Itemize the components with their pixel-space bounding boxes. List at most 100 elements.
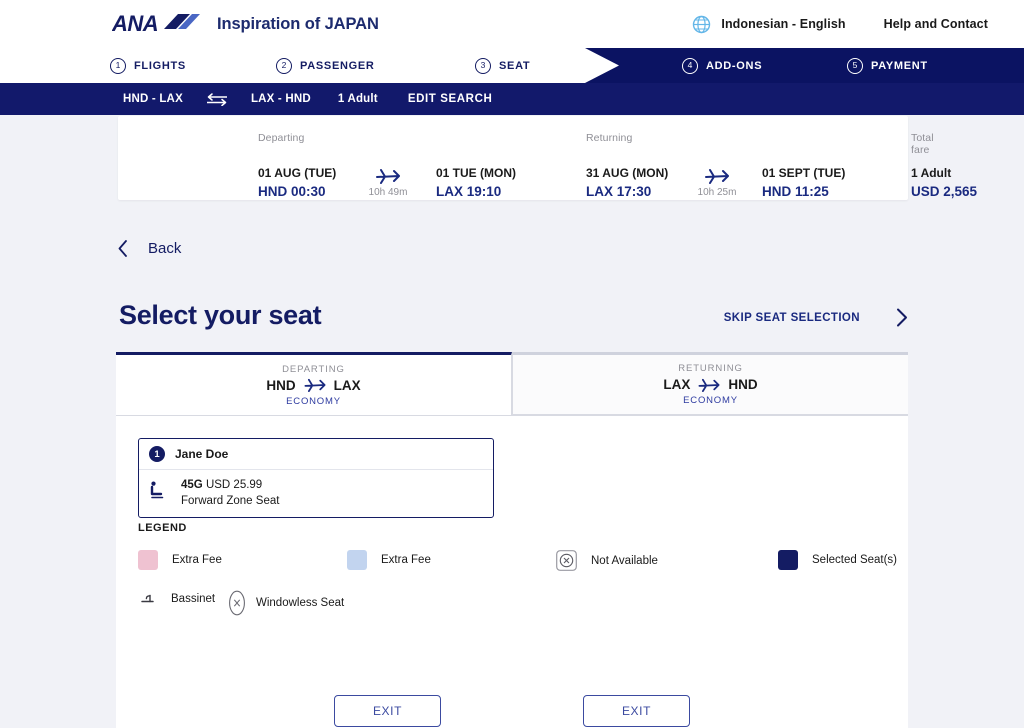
step-label: SEAT xyxy=(499,59,531,72)
departing-duration: 10h 49m xyxy=(368,187,408,198)
passenger-header: 1 Jane Doe xyxy=(139,439,493,470)
tab-destination: LAX xyxy=(333,377,361,393)
checkout-stepper: 1 FLIGHTS 2 PASSENGER 3 SEAT 4 ADD-ONS 5… xyxy=(0,48,1024,83)
departing-date: 01 AUG (TUE) xyxy=(258,166,337,180)
seat-assignment-line: 45G USD 25.99 xyxy=(181,479,279,491)
step-seat[interactable]: 3 SEAT xyxy=(475,57,531,74)
oval-x-icon xyxy=(229,590,245,616)
seat-type: Forward Zone Seat xyxy=(181,495,280,507)
seat-number: 45G xyxy=(181,479,203,491)
step-passenger[interactable]: 2 PASSENGER xyxy=(276,57,375,74)
site-header: ANA Inspiration of JAPAN Indonesian - En… xyxy=(0,0,1024,48)
step-add-ons[interactable]: 4 ADD-ONS xyxy=(682,57,763,74)
passenger-seat-card[interactable]: 1 Jane Doe 45G USD 25.99 Forward Zone Se… xyxy=(138,438,494,518)
fare-amount: USD 2,565 xyxy=(911,184,978,199)
tab-direction-label: RETURNING xyxy=(678,363,743,374)
legend-item-extra-fee-blue: Extra Fee xyxy=(347,550,431,570)
tab-route: LAX HND xyxy=(663,377,757,392)
legend-label: Selected Seat(s) xyxy=(812,554,898,566)
returning-duration-block: 10h 25m xyxy=(693,168,741,198)
step-label: PAYMENT xyxy=(871,59,928,72)
tab-direction-label: DEPARTING xyxy=(282,363,345,375)
seat-selection-panel: DEPARTING HND LAX ECONOMY RETURNING LAX … xyxy=(116,352,908,728)
color-swatch-blue-icon xyxy=(347,550,367,570)
back-label: Back xyxy=(148,240,182,257)
tab-cabin-class: ECONOMY xyxy=(683,395,738,406)
legend-item-extra-fee-pink: Extra Fee xyxy=(138,550,222,570)
airplane-icon xyxy=(304,378,326,392)
passenger-number-badge: 1 xyxy=(149,446,165,462)
round-trip-arrows-icon xyxy=(206,92,227,106)
legend-item-not-available: Not Available xyxy=(556,550,658,571)
help-and-contact-link[interactable]: Help and Contact xyxy=(884,17,988,31)
legend-label: Extra Fee xyxy=(172,554,222,566)
fare-passenger-count: 1 Adult xyxy=(911,166,952,180)
step-number: 1 xyxy=(110,57,126,74)
brand-tagline: Inspiration of JAPAN xyxy=(217,14,379,33)
step-number: 5 xyxy=(847,57,863,74)
exit-button-left[interactable]: EXIT xyxy=(334,695,441,727)
tab-returning[interactable]: RETURNING LAX HND ECONOMY xyxy=(512,352,908,415)
search-route-inbound[interactable]: LAX - HND xyxy=(251,93,311,105)
flight-summary-card: Departing 01 AUG (TUE) HND 00:30 10h 49m… xyxy=(118,116,977,200)
airplane-icon xyxy=(698,378,720,392)
tab-departing[interactable]: DEPARTING HND LAX ECONOMY xyxy=(116,352,512,415)
returning-arrival-time: HND 11:25 xyxy=(762,184,829,199)
step-number: 2 xyxy=(276,57,292,74)
search-passenger-count[interactable]: 1 Adult xyxy=(338,93,378,105)
skip-seat-selection-button[interactable]: SKIP SEAT SELECTION xyxy=(724,308,908,327)
back-button[interactable]: Back xyxy=(118,240,181,257)
returning-arrival-date: 01 SEPT (TUE) xyxy=(762,166,846,180)
exit-button-right[interactable]: EXIT xyxy=(583,695,690,727)
tab-origin: LAX xyxy=(663,377,691,392)
color-swatch-pink-icon xyxy=(138,550,158,570)
step-number: 4 xyxy=(682,57,698,74)
chevron-left-icon xyxy=(118,240,127,257)
svg-text:ANA: ANA xyxy=(112,12,158,36)
header-utility-nav: Indonesian - English Help and Contact xyxy=(692,0,1024,48)
edit-search-button[interactable]: EDIT SEARCH xyxy=(408,93,493,105)
step-flights[interactable]: 1 FLIGHTS xyxy=(110,57,186,74)
tab-destination: HND xyxy=(728,377,758,392)
departing-duration-block: 10h 49m xyxy=(364,168,412,198)
total-fare-label: Total fare xyxy=(911,132,934,156)
legend-item-selected-seat: Selected Seat(s) xyxy=(778,550,897,570)
departing-arrival-date: 01 TUE (MON) xyxy=(436,166,517,180)
search-route-outbound[interactable]: HND - LAX xyxy=(123,93,183,105)
step-number: 3 xyxy=(475,57,491,74)
legend-item-bassinet: Bassinet xyxy=(140,592,215,606)
language-selector[interactable]: Indonesian - English xyxy=(721,17,845,31)
ana-logo-icon: ANA xyxy=(112,12,200,36)
returning-date: 31 AUG (MON) xyxy=(586,166,669,180)
step-label: PASSENGER xyxy=(300,59,375,72)
step-payment[interactable]: 5 PAYMENT xyxy=(847,57,928,74)
chevron-right-icon xyxy=(897,308,907,327)
step-label: ADD-ONS xyxy=(706,59,763,72)
returning-origin-time: LAX 17:30 xyxy=(586,184,652,199)
legend-label: Extra Fee xyxy=(381,554,431,566)
seat-price: USD 25.99 xyxy=(205,479,263,491)
legend-label: Bassinet xyxy=(171,593,216,605)
departing-origin-time: HND 00:30 xyxy=(258,184,326,199)
legend-label: Windowless Seat xyxy=(256,597,345,609)
passenger-seat-details: 45G USD 25.99 Forward Zone Seat xyxy=(139,470,493,517)
circled-x-icon xyxy=(556,550,577,571)
globe-icon[interactable] xyxy=(692,15,711,34)
legend-label: Not Available xyxy=(591,554,658,567)
step-label: FLIGHTS xyxy=(134,59,186,72)
tab-route: HND LAX xyxy=(266,378,360,393)
departing-arrival-time: LAX 19:10 xyxy=(436,184,502,199)
departing-label: Departing xyxy=(258,132,305,144)
seated-passenger-icon xyxy=(150,481,164,499)
bassinet-icon xyxy=(141,594,154,603)
tab-origin: HND xyxy=(266,377,296,393)
page-title: Select your seat xyxy=(119,300,322,330)
legend-title: LEGEND xyxy=(138,522,187,534)
color-swatch-navy-icon xyxy=(778,550,798,570)
passenger-name: Jane Doe xyxy=(175,447,229,461)
skip-seat-selection-label: SKIP SEAT SELECTION xyxy=(723,311,860,324)
airplane-icon xyxy=(705,169,729,184)
legend-item-windowless-seat: Windowless Seat xyxy=(228,590,344,616)
returning-duration: 10h 25m xyxy=(697,187,737,198)
ana-logo-group[interactable]: ANA Inspiration of JAPAN xyxy=(112,12,379,36)
